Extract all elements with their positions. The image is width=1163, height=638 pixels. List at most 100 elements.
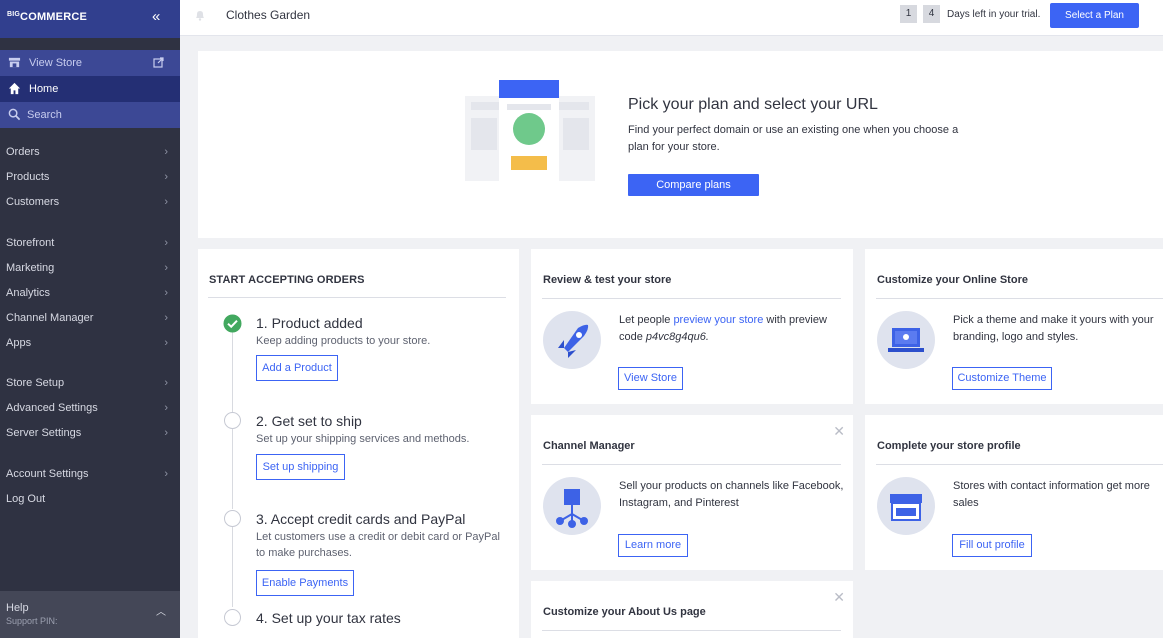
close-icon[interactable]: ✕ <box>833 423 845 440</box>
chevron-right-icon: › <box>164 171 168 183</box>
chevron-right-icon: › <box>164 287 168 299</box>
chevron-right-icon: › <box>164 312 168 324</box>
chevron-right-icon: › <box>164 337 168 349</box>
orders-card-title: START ACCEPTING ORDERS <box>209 274 365 286</box>
channel-manager-card: ✕ Channel Manager Sell your products on … <box>531 415 853 570</box>
card-title: Channel Manager <box>543 440 635 452</box>
channels-icon <box>543 477 601 535</box>
nav-label: Orders <box>6 146 40 158</box>
plan-hero-card: Pick your plan and select your URL Find … <box>198 51 1163 238</box>
fill-out-profile-button[interactable]: Fill out profile <box>952 534 1032 557</box>
learn-more-button[interactable]: Learn more <box>618 534 688 557</box>
nav-label: Analytics <box>6 287 51 299</box>
desc-text: Let people <box>619 314 674 326</box>
external-link-icon[interactable] <box>153 57 164 68</box>
sidebar: BIGCOMMERCE « View Store Home Search Ord… <box>0 0 180 638</box>
step-description: Keep adding products to your store. <box>256 335 431 347</box>
step-connector <box>232 332 233 412</box>
sidebar-item-apps[interactable]: Apps › <box>6 337 170 357</box>
step-title: 2. Get set to ship <box>256 413 362 429</box>
nav-label: Channel Manager <box>6 312 94 324</box>
select-plan-button[interactable]: Select a Plan <box>1050 3 1139 28</box>
step-incomplete-icon <box>224 412 241 429</box>
chevron-right-icon: › <box>164 377 168 389</box>
step-description: Set up your shipping services and method… <box>256 433 470 445</box>
nav-label: Apps <box>6 337 32 349</box>
set-up-shipping-button[interactable]: Set up shipping <box>256 454 345 480</box>
laptop-icon <box>877 311 935 369</box>
card-title: Customize your Online Store <box>877 274 1028 286</box>
logo-prefix: BIG <box>7 11 21 18</box>
step-incomplete-icon <box>224 510 241 527</box>
sidebar-item-analytics[interactable]: Analytics › <box>6 287 170 307</box>
card-description: Sell your products on channels like Face… <box>619 480 844 509</box>
chevron-right-icon: › <box>164 237 168 249</box>
sidebar-item-marketing[interactable]: Marketing › <box>6 262 170 282</box>
nav-label: Log Out <box>6 493 46 505</box>
help-label: Help <box>6 602 29 614</box>
nav-label: Store Setup <box>6 377 65 389</box>
step-connector <box>232 429 233 509</box>
sidebar-item-home[interactable]: Home <box>0 76 180 102</box>
nav-label: Customers <box>6 196 60 208</box>
top-header: Clothes Garden 1 4 Days left in your tri… <box>180 0 1163 36</box>
store-icon <box>877 477 935 535</box>
sidebar-item-log-out[interactable]: Log Out <box>6 493 170 513</box>
nav-label: Marketing <box>6 262 55 274</box>
chevron-up-icon: ︿ <box>156 607 166 618</box>
store-profile-card: Complete your store profile Stores with … <box>865 415 1163 570</box>
logo-text: COMMERCE <box>20 11 88 23</box>
view-store-button[interactable]: View Store <box>618 367 683 390</box>
sidebar-item-search[interactable]: Search <box>0 102 180 128</box>
help-panel[interactable]: Help Support PIN: ︿ <box>0 591 180 638</box>
plan-illustration <box>465 80 595 188</box>
divider <box>542 298 841 299</box>
step-title: 4. Set up your tax rates <box>256 610 401 626</box>
preview-store-link[interactable]: preview your store <box>673 314 763 326</box>
check-circle-icon <box>223 314 242 333</box>
bell-icon[interactable] <box>194 9 206 21</box>
trial-days-digit: 4 <box>923 5 940 23</box>
bigcommerce-logo[interactable]: BIGCOMMERCE <box>7 11 87 23</box>
sidebar-item-account-settings[interactable]: Account Settings › <box>6 468 170 488</box>
sidebar-item-store-setup[interactable]: Store Setup › <box>6 377 170 397</box>
hero-description: Find your perfect domain or use an exist… <box>628 124 959 153</box>
sidebar-item-orders[interactable]: Orders › <box>6 146 170 166</box>
step-title: 1. Product added <box>256 315 363 331</box>
divider <box>876 298 1163 299</box>
store-name: Clothes Garden <box>226 8 311 22</box>
nav-label: Advanced Settings <box>6 402 98 414</box>
chevron-right-icon: › <box>164 262 168 274</box>
storefront-icon <box>8 57 21 68</box>
chevron-right-icon: › <box>164 468 168 480</box>
card-title: Complete your store profile <box>877 440 1021 452</box>
sidebar-item-customers[interactable]: Customers › <box>6 196 170 216</box>
nav-label: Products <box>6 171 50 183</box>
enable-payments-button[interactable]: Enable Payments <box>256 570 354 596</box>
sidebar-item-view-store[interactable]: View Store <box>0 50 180 76</box>
close-icon[interactable]: ✕ <box>833 589 845 606</box>
about-us-card: ✕ Customize your About Us page <box>531 581 853 638</box>
accept-orders-card: START ACCEPTING ORDERS 1. Product added … <box>198 249 519 638</box>
card-title: Review & test your store <box>543 274 672 286</box>
card-title: Customize your About Us page <box>543 606 706 618</box>
nav-label: Server Settings <box>6 427 82 439</box>
sidebar-item-channel-manager[interactable]: Channel Manager › <box>6 312 170 332</box>
collapse-sidebar-icon[interactable]: « <box>152 8 160 25</box>
sidebar-item-server-settings[interactable]: Server Settings › <box>6 427 170 447</box>
sidebar-item-storefront[interactable]: Storefront › <box>6 237 170 257</box>
preview-code: p4vc8g4qu6. <box>645 331 709 343</box>
add-product-button[interactable]: Add a Product <box>256 355 338 381</box>
card-description: Let people preview your store with previ… <box>619 312 849 346</box>
sidebar-item-advanced-settings[interactable]: Advanced Settings › <box>6 402 170 422</box>
review-store-card: Review & test your store Let people prev… <box>531 249 853 404</box>
trial-text: Days left in your trial. <box>947 9 1041 20</box>
divider <box>542 630 841 631</box>
sidebar-item-products[interactable]: Products › <box>6 171 170 191</box>
card-description: Pick a theme and make it yours with your… <box>953 314 1154 343</box>
customize-theme-button[interactable]: Customize Theme <box>952 367 1052 390</box>
compare-plans-button[interactable]: Compare plans <box>628 174 759 196</box>
divider <box>542 464 841 465</box>
divider <box>208 297 506 298</box>
trial-days-digit: 1 <box>900 5 917 23</box>
